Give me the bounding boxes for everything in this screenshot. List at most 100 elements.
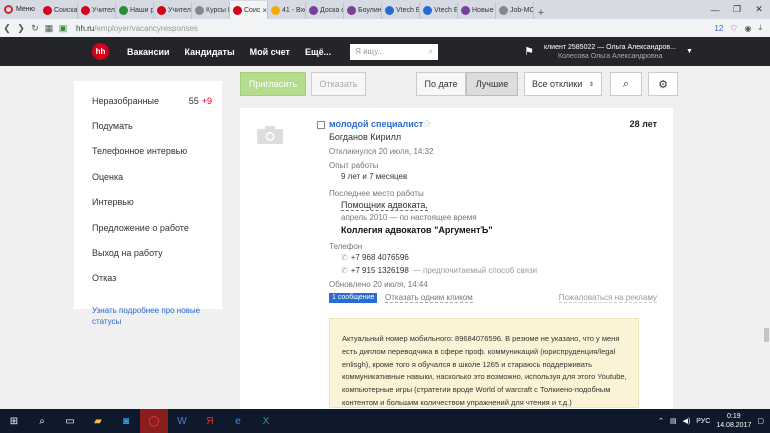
forward-icon[interactable]: ❯ [14,23,28,34]
network-icon[interactable]: ▤ [670,417,677,425]
browser-tab[interactable]: Соискат [40,2,78,19]
flag-icon[interactable]: ⚑ [524,45,534,58]
word-icon[interactable]: W [168,409,196,433]
sidebar-item-hired[interactable]: Выход на работу [74,240,222,265]
reload-icon[interactable]: ↻ [28,23,42,34]
browser-tab[interactable]: 41 - Вхо [268,2,306,19]
browser-tab[interactable]: Доска о [306,2,344,19]
sidebar-item-interview[interactable]: Интервью [74,190,222,215]
tab-label: 41 - Вхо [282,7,306,14]
page-scrollbar[interactable] [763,66,770,409]
search-input[interactable]: Я ищу... ⌕ [350,43,439,60]
close-tab-icon[interactable]: × [262,6,267,15]
cover-letter: Актуальный номер мобильного: 89684076596… [329,318,639,408]
browser-tab[interactable]: Соис × [230,1,268,19]
browser-tab[interactable]: Учитель [154,2,192,19]
browser-tab[interactable]: Боулин [344,2,382,19]
position-link[interactable]: Помощник адвоката, [341,200,428,211]
refuse-one-click-link[interactable]: Отказать одним кликом [385,293,473,303]
favicon-icon [499,6,508,15]
sidebar-item-rejected[interactable]: Отказ [74,266,222,291]
address-bar: ❮ ❯ ↻ ▦ ▣ hh.ru/employer/vacancyresponse… [0,19,770,37]
volume-icon[interactable]: ◀) [683,417,691,425]
opera-menu-button[interactable]: Меню [0,0,40,19]
hh-logo[interactable]: hh [92,43,109,60]
tab-label: Доска о [320,7,344,14]
favicon-icon [461,6,470,15]
sort-by-date-button[interactable]: По дате [416,72,466,96]
refuse-button[interactable]: Отказать [311,72,366,96]
vacancy-title-link[interactable]: молодой специалист [329,119,423,129]
sidebar-item-offer[interactable]: Предложение о работе [74,215,222,240]
search-icon[interactable]: ⌕ [28,409,56,433]
learn-more-statuses-link[interactable]: Узнать подробнее про новые статусы [92,305,212,327]
phone-2[interactable]: ✆ +7 915 1326198— предпочитаемый способ с… [341,266,537,275]
browser-tab[interactable]: Учитель [78,2,116,19]
skype-icon[interactable]: ◙ [112,409,140,433]
candidate-card: молодой специалист ☆ 28 лет Богданов Кир… [240,108,673,409]
messages-badge[interactable]: 1 сообщение [329,293,378,303]
scrollbar-thumb[interactable] [764,328,769,342]
extension-badge[interactable]: 12 [714,24,723,33]
clock[interactable]: 0:19 14.08.2017 [716,412,751,430]
yandex-icon[interactable]: Я [196,409,224,433]
nav-vacancies[interactable]: Вакансии [127,47,170,57]
nav-my-account[interactable]: Мой счет [250,47,290,57]
maximize-icon[interactable]: ❐ [726,4,748,15]
company-name: Коллегия адвокатов "АргументЪ" [341,225,493,235]
windows-start-icon[interactable]: ⊞ [0,409,28,433]
close-window-icon[interactable]: ✕ [748,4,770,15]
settings-button[interactable]: ⚙ [648,72,678,96]
sidebar-item-phone-interview[interactable]: Телефонное интервью [74,139,222,164]
select-candidate-checkbox[interactable] [317,121,325,129]
vpn-icon[interactable]: ◉ [744,24,751,33]
camera-placeholder-icon [257,126,283,144]
sidebar-item-assessment[interactable]: Оценка [74,164,222,189]
phone-1[interactable]: ✆ +7 968 4076596 [341,253,409,262]
search-responses-button[interactable]: ⌕ [610,72,642,96]
minimize-icon[interactable]: — [704,5,726,15]
browser-tab[interactable]: Новые р [458,2,496,19]
invite-button[interactable]: Пригласить [240,72,306,96]
favicon-icon [271,6,280,15]
responses-filter-select[interactable]: Все отклики ⇕ [524,72,602,96]
updated-date: Обновлено 20 июля, 14:44 [329,280,428,289]
notifications-icon[interactable]: ▢ [757,417,764,425]
browser-tab[interactable]: Job-MO [496,2,534,19]
browser-tab[interactable]: Vtech Б [382,2,420,19]
language-indicator[interactable]: РУС [696,418,710,425]
candidate-age: 28 лет [629,119,657,129]
task-view-icon[interactable]: ▭ [56,409,84,433]
browser-tab[interactable]: Vtech Б [420,2,458,19]
chevron-down-icon[interactable]: ▼ [686,48,693,55]
opera-icon[interactable]: ◯ [140,409,168,433]
search-icon[interactable]: ⌕ [429,47,433,57]
candidate-name[interactable]: Богданов Кирилл [329,132,401,142]
edge-icon[interactable]: e [224,409,252,433]
speed-dial-icon[interactable]: ▦ [42,23,56,34]
sort-best-button[interactable]: Лучшие [466,72,518,96]
tray-up-icon[interactable]: ⌃ [658,417,664,425]
excel-icon[interactable]: X [252,409,280,433]
last-job-label: Последнее место работы [329,189,424,198]
explorer-icon[interactable]: ▰ [84,409,112,433]
browser-tab[interactable]: Курсы E [192,2,230,19]
url-field[interactable]: hh.ru/employer/vacancyresponses [76,24,198,33]
phone-icon: ✆ [341,266,348,275]
star-icon[interactable]: ☆ [422,117,432,130]
nav-candidates[interactable]: Кандидаты [185,47,235,57]
status-sidebar: Неразобранные 55 +9 Подумать Телефонное и… [74,81,222,309]
report-ad-link[interactable]: Пожаловаться на рекламу [558,293,657,303]
back-icon[interactable]: ❮ [0,23,14,34]
responded-date: Откликнулся 20 июля, 14:32 [329,147,434,156]
phone-label: Телефон [329,242,363,251]
account-menu[interactable]: клиент 2585022 — Ольга Александров... Ко… [544,43,676,61]
new-tab-button[interactable]: + [534,7,548,19]
favicon-icon [119,6,128,15]
sidebar-item-think[interactable]: Подумать [74,113,222,138]
bookmark-heart-icon[interactable]: ♡ [730,24,737,33]
nav-more[interactable]: Ещё... [305,47,331,57]
sidebar-item-unsorted[interactable]: Неразобранные 55 +9 [74,88,222,113]
browser-tab[interactable]: Наши р [116,2,154,19]
download-icon[interactable]: ⤓ [758,23,762,33]
